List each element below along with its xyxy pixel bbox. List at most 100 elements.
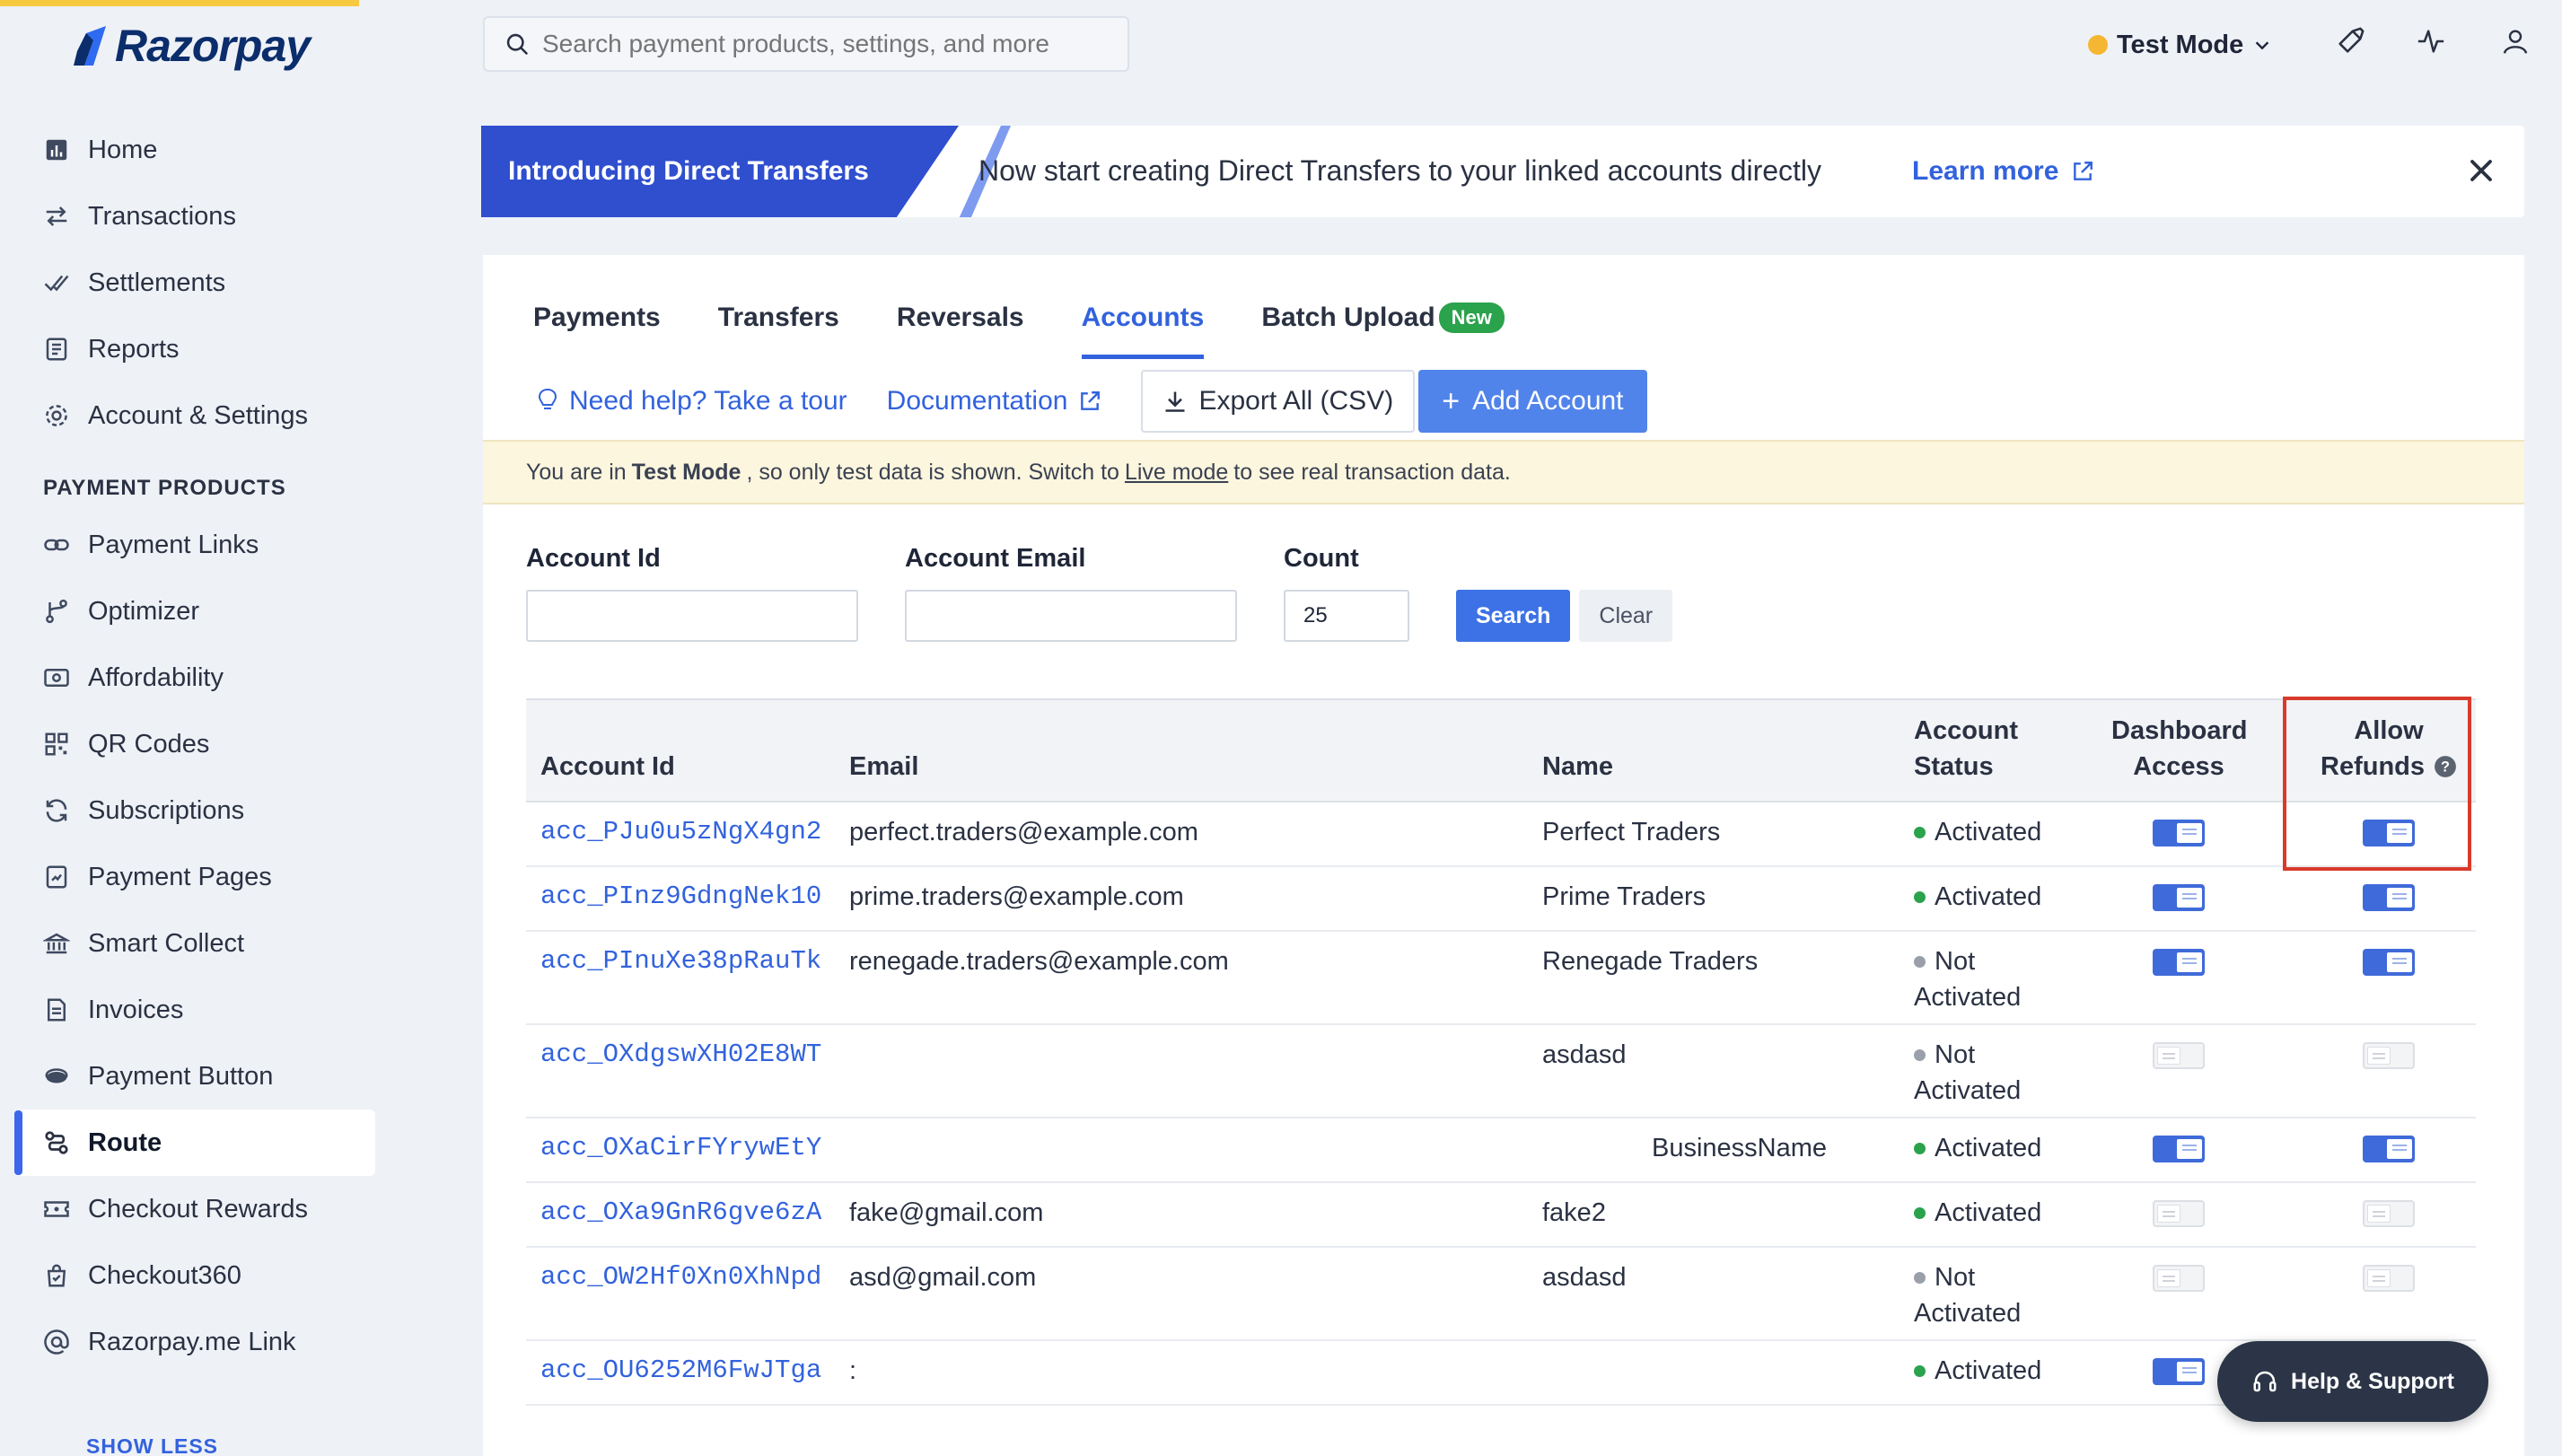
close-banner-button[interactable]	[2461, 151, 2501, 190]
at-icon	[41, 1327, 72, 1357]
dashboard-access-toggle[interactable]	[2153, 1136, 2205, 1162]
tab-accounts[interactable]: Accounts	[1081, 282, 1204, 359]
clear-button[interactable]: Clear	[1579, 590, 1673, 642]
announcement-icon[interactable]	[2329, 20, 2372, 63]
banner-text: Now start creating Direct Transfers to y…	[978, 154, 1822, 187]
learn-more-link[interactable]: Learn more	[1912, 156, 2094, 187]
tab-batch-upload[interactable]: Batch Upload New	[1261, 282, 1505, 354]
account-id-link[interactable]: acc_OU6252M6FwJTga	[540, 1353, 821, 1389]
account-name: Prime Traders	[1542, 882, 1707, 911]
take-tour-link[interactable]: Need help? Take a tour	[537, 386, 847, 417]
account-id-link[interactable]: acc_PInuXe38pRauTk	[540, 943, 821, 979]
sidebar-item-transactions[interactable]: Transactions	[16, 183, 375, 250]
sidebar-item-account-settings[interactable]: Account & Settings	[16, 382, 375, 449]
account-status: Not Activated	[1914, 1037, 2021, 1109]
dashboard-access-toggle[interactable]	[2153, 1200, 2205, 1227]
banner-tag: Introducing Direct Transfers	[481, 126, 959, 217]
count-input[interactable]	[1284, 590, 1409, 642]
sidebar-item-checkout360[interactable]: Checkout360	[16, 1242, 375, 1309]
toggle-knob	[2367, 1205, 2391, 1223]
toggle-knob	[2157, 1269, 2180, 1287]
dashboard-access-toggle[interactable]	[2153, 820, 2205, 846]
dashboard-access-toggle[interactable]	[2153, 949, 2205, 976]
sidebar-item-payment-links[interactable]: Payment Links	[16, 512, 375, 578]
dashboard-access-toggle[interactable]	[2153, 884, 2205, 911]
sidebar-item-payment-pages[interactable]: Payment Pages	[16, 844, 375, 910]
direct-transfers-banner: Introducing Direct Transfers Now start c…	[481, 126, 2524, 217]
dashboard-access-toggle[interactable]	[2153, 1358, 2205, 1385]
account-id-link[interactable]: acc_OXdgswXH02E8WT	[540, 1037, 821, 1073]
activity-icon[interactable]	[2409, 20, 2452, 63]
account-id-link[interactable]: acc_PJu0u5zNgX4gn2	[540, 814, 821, 850]
allow-refunds-toggle[interactable]	[2363, 1265, 2415, 1292]
account-id-link[interactable]: acc_OXaCirFYrywEtY	[540, 1130, 821, 1166]
dashboard-access-toggle[interactable]	[2153, 1265, 2205, 1292]
toggle-knob	[2177, 823, 2202, 843]
user-profile-icon[interactable]	[2494, 20, 2537, 63]
help-support-label: Help & Support	[2291, 1368, 2454, 1394]
transfer-arrows-icon	[41, 201, 72, 232]
money-icon	[41, 662, 72, 693]
account-email-input[interactable]	[905, 590, 1237, 642]
account-id-link[interactable]: acc_PInz9GdngNek10	[540, 879, 821, 915]
section-label-payment-products: PAYMENT PRODUCTS	[43, 476, 286, 500]
allow-refunds-toggle[interactable]	[2363, 1136, 2415, 1162]
header-account-status[interactable]: Account Status	[1914, 713, 2018, 785]
notice-text-2: , so only test data is shown. Switch to	[746, 459, 1119, 485]
status-text: Not	[1935, 1040, 1976, 1069]
close-icon	[2470, 160, 2492, 181]
download-icon	[1165, 391, 1185, 412]
status-text: Activated	[1935, 818, 2042, 846]
sidebar-item-optimizer[interactable]: Optimizer	[16, 578, 375, 645]
sidebar-item-invoices[interactable]: Invoices	[16, 977, 375, 1043]
sidebar-item-label: Optimizer	[88, 596, 200, 626]
count-filter: Count	[1284, 544, 1409, 642]
header-name[interactable]: Name	[1542, 749, 1613, 785]
header-dashboard-access[interactable]: Dashboard Access	[2111, 713, 2247, 785]
sidebar-item-reports[interactable]: Reports	[16, 316, 375, 382]
account-id-link[interactable]: acc_OW2Hf0Xn0XhNpd	[540, 1259, 821, 1295]
allow-refunds-toggle[interactable]	[2363, 1200, 2415, 1227]
sidebar: Razorpay Home Transactions Settlements Repo…	[0, 0, 458, 1456]
dashboard-access-toggle[interactable]	[2153, 1042, 2205, 1069]
branch-icon	[41, 596, 72, 627]
show-less-link[interactable]: SHOW LESS	[86, 1434, 218, 1456]
search-button[interactable]: Search	[1456, 590, 1571, 642]
status-dot	[1914, 1364, 1926, 1377]
sidebar-item-smart-collect[interactable]: Smart Collect	[16, 910, 375, 977]
help-support-button[interactable]: Help & Support	[2217, 1341, 2488, 1422]
add-account-button[interactable]: + Add Account	[1418, 370, 1647, 433]
sidebar-item-qr-codes[interactable]: QR Codes	[16, 711, 375, 777]
allow-refunds-toggle[interactable]	[2363, 884, 2415, 911]
razorpay-logo[interactable]: Razorpay	[74, 20, 311, 72]
sidebar-item-label: Razorpay.me Link	[88, 1327, 296, 1356]
tab-payments[interactable]: Payments	[533, 282, 661, 354]
account-id-input[interactable]	[526, 590, 858, 642]
sidebar-item-checkout-rewards[interactable]: Checkout Rewards	[16, 1176, 375, 1242]
sidebar-item-label: Payment Button	[88, 1061, 274, 1091]
sidebar-item-razorpay-me-link[interactable]: Razorpay.me Link	[16, 1309, 375, 1375]
allow-refunds-toggle[interactable]	[2363, 1042, 2415, 1069]
sidebar-item-payment-button[interactable]: Payment Button	[16, 1043, 375, 1110]
sidebar-item-route[interactable]: Route	[16, 1110, 375, 1176]
live-mode-link[interactable]: Live mode	[1125, 460, 1228, 486]
tab-reversals[interactable]: Reversals	[897, 282, 1024, 354]
tab-transfers[interactable]: Transfers	[718, 282, 839, 354]
test-mode-dropdown[interactable]: Test Mode	[2088, 20, 2272, 70]
sidebar-item-label: Affordability	[88, 662, 224, 692]
export-csv-button[interactable]: Export All (CSV)	[1141, 370, 1416, 433]
sidebar-item-settlements[interactable]: Settlements	[16, 250, 375, 316]
header-email[interactable]: Email	[849, 749, 918, 785]
header-account-id[interactable]: Account Id	[540, 749, 675, 785]
global-search[interactable]	[483, 16, 1129, 72]
search-input[interactable]	[542, 30, 1081, 58]
link-icon	[41, 530, 72, 560]
sidebar-item-home[interactable]: Home	[16, 117, 375, 183]
sidebar-item-subscriptions[interactable]: Subscriptions	[16, 777, 375, 844]
account-id-link[interactable]: acc_OXa9GnR6gve6zA	[540, 1195, 821, 1231]
allow-refunds-toggle[interactable]	[2363, 949, 2415, 976]
button-icon	[41, 1061, 72, 1092]
documentation-link[interactable]: Documentation	[887, 386, 1102, 417]
tab-label: Reversals	[896, 303, 1024, 332]
sidebar-item-affordability[interactable]: Affordability	[16, 645, 375, 711]
